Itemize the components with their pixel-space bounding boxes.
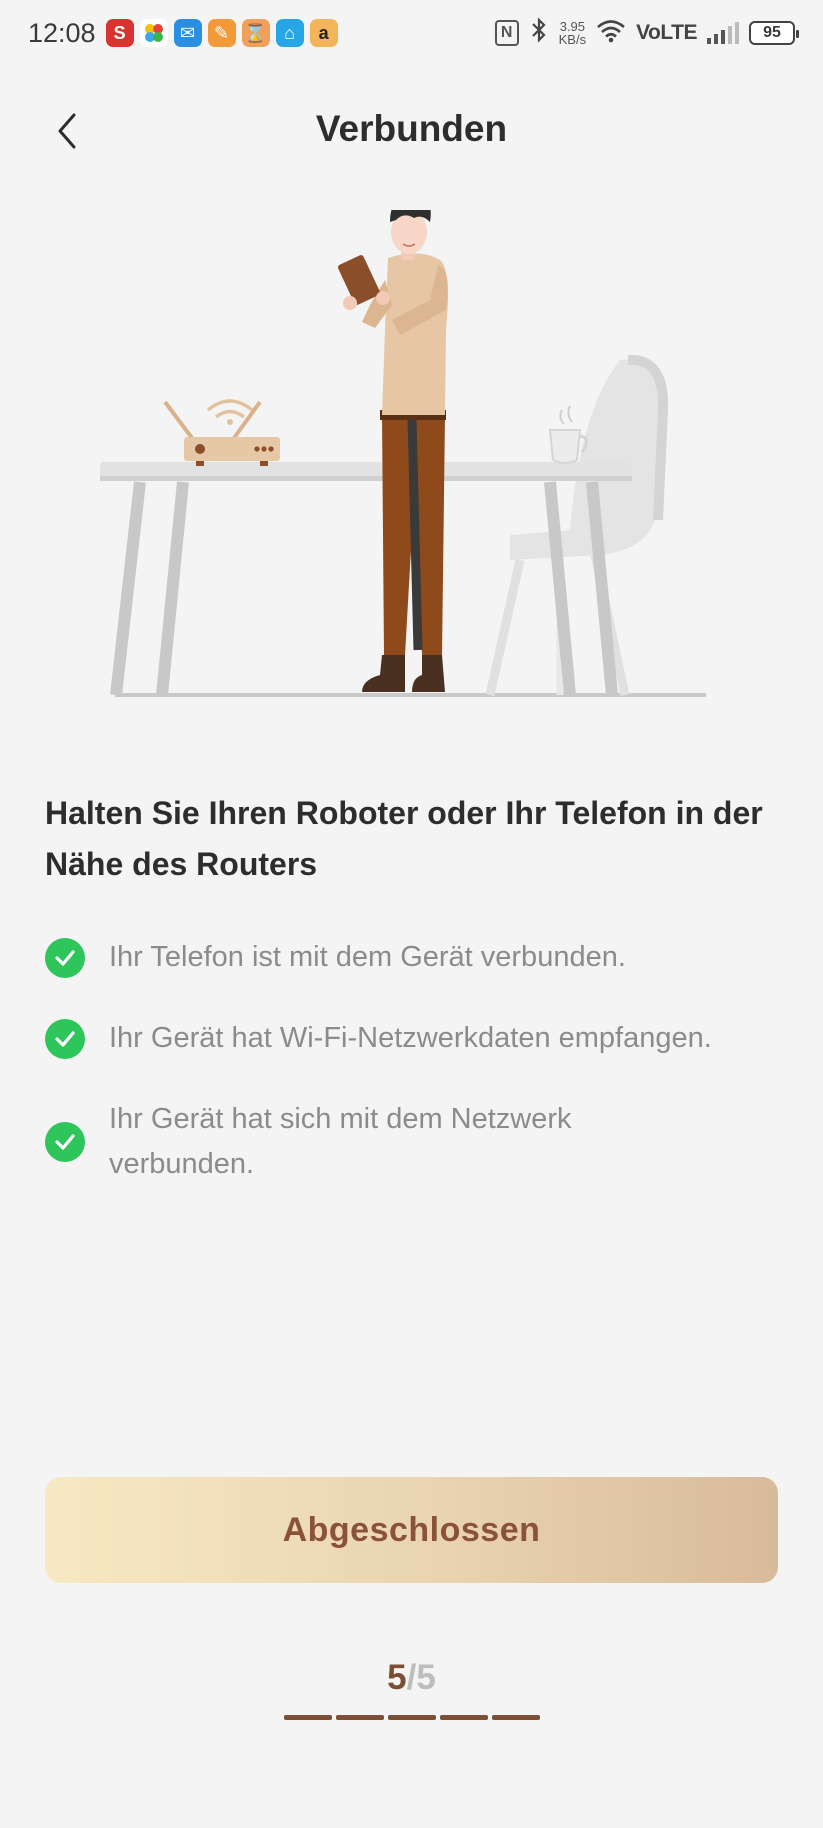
notification-icons: S ✉ ✎ ⌛ ⌂ a (105, 19, 338, 47)
checklist-item: Ihr Telefon ist mit dem Gerät verbunden. (45, 935, 785, 980)
step-counter: 5/5 (0, 1658, 823, 1698)
s-app-icon: S (105, 19, 134, 47)
step-separator: / (406, 1658, 417, 1697)
mail-app-icon: ✉ (173, 19, 202, 47)
table-illustration (100, 462, 632, 696)
volte-indicator: VoLTE (636, 21, 697, 44)
home-app-icon: ⌂ (275, 19, 304, 47)
check-circle-icon (45, 937, 85, 978)
notes-app-icon: ✎ (207, 19, 236, 47)
hourglass-app-icon: ⌛ (241, 19, 270, 47)
progress-segment (388, 1715, 436, 1720)
status-bar: 12:08 S ✉ ✎ ⌛ ⌂ a N 3.95 KB/s VoLTE 95 (0, 0, 823, 66)
done-button[interactable]: Abgeschlossen (45, 1477, 778, 1583)
router-illustration (163, 399, 280, 466)
step-progress-bar (284, 1715, 540, 1720)
nfc-icon: N (494, 20, 519, 46)
header: Verbunden (0, 90, 823, 170)
instruction-heading: Halten Sie Ihren Roboter oder Ihr Telefo… (45, 795, 763, 882)
signal-icon (707, 22, 739, 44)
progress-segment (492, 1715, 540, 1720)
bluetooth-icon (529, 16, 549, 50)
battery-icon: 95 (749, 21, 799, 45)
step-total: 5 (416, 1658, 436, 1697)
page-title: Verbunden (315, 108, 508, 149)
wifi-icon (596, 19, 626, 48)
checklist-item-label: Ihr Telefon ist mit dem Gerät verbunden. (109, 941, 626, 973)
progress-segment (336, 1715, 384, 1720)
chair-illustration (485, 354, 669, 696)
progress-segment (284, 1715, 332, 1720)
person-illustration (338, 210, 448, 692)
connected-illustration (100, 210, 706, 697)
step-current: 5 (387, 1658, 407, 1697)
checklist-item: Ihr Gerät hat Wi-Fi-Netzwerkdaten empfan… (45, 1016, 785, 1061)
check-circle-icon (45, 1122, 85, 1162)
status-checklist: Ihr Telefon ist mit dem Gerät verbunden.… (45, 935, 785, 1223)
network-speed-unit: KB/s (558, 32, 587, 47)
status-time: 12:08 (28, 17, 96, 48)
amazon-app-icon: a (309, 19, 338, 47)
checklist-item: Ihr Gerät hat sich mit dem Netzwerk verb… (45, 1097, 785, 1187)
check-circle-icon (45, 1018, 85, 1059)
checklist-item-label: Ihr Gerät hat Wi-Fi-Netzwerkdaten empfan… (109, 1022, 712, 1054)
checklist-item-label: Ihr Gerät hat sich mit dem Netzwerk verb… (109, 1103, 572, 1180)
progress-segment (440, 1715, 488, 1720)
network-speed: 3.95 KB/s (559, 20, 586, 46)
pinwheel-app-icon (139, 19, 168, 47)
